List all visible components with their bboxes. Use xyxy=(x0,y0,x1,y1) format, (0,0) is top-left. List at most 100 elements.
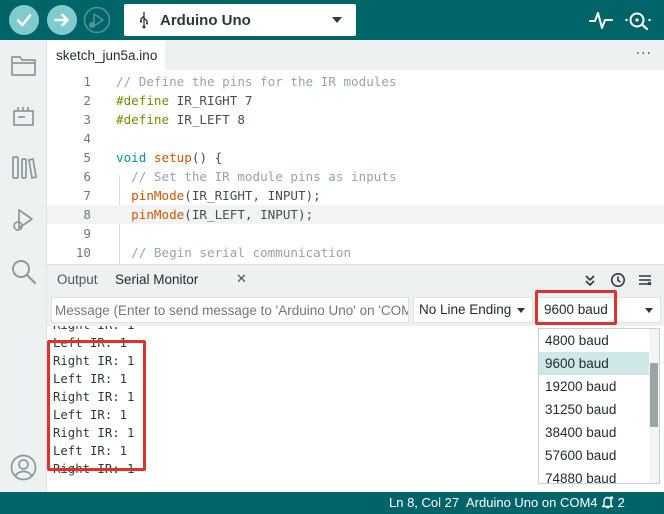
code-text: // Begin serial communication xyxy=(116,243,351,262)
scrollbar-thumb[interactable] xyxy=(650,363,658,427)
code-token: (IR_RIGHT, INPUT); xyxy=(184,188,321,203)
line-ending-value: No Line Ending xyxy=(419,302,512,317)
chevron-down-icon xyxy=(332,17,342,23)
debug-sidebar-icon[interactable] xyxy=(10,206,37,233)
code-line[interactable]: 1 // Define the pins for the IR modules xyxy=(47,72,664,91)
status-bar: Ln 8, Col 27 Arduino Uno on COM4 2 xyxy=(0,492,664,514)
highlight-baud-select xyxy=(535,290,617,325)
board-selector[interactable]: Arduino Uno xyxy=(124,4,356,36)
tab-output[interactable]: Output xyxy=(57,265,98,295)
baud-option[interactable]: 31250 baud xyxy=(539,398,649,421)
checkmark-icon xyxy=(16,14,32,27)
code-token: (IR_LEFT, INPUT); xyxy=(184,207,314,222)
line-number: 3 xyxy=(83,112,91,127)
notification-count: 2 xyxy=(617,495,625,510)
notifications-indicator[interactable]: 2 xyxy=(601,492,625,514)
code-token: #define xyxy=(116,112,170,127)
bell-icon xyxy=(601,496,614,509)
code-line[interactable]: 10 // Begin serial communication xyxy=(47,243,664,262)
code-token: // Set the IR module pins as inputs xyxy=(131,169,397,184)
code-line[interactable]: 4 xyxy=(47,129,664,148)
board-port-status[interactable]: Arduino Uno on COM4 xyxy=(466,492,598,514)
debug-button[interactable] xyxy=(82,5,112,35)
code-text: pinMode(IR_RIGHT, INPUT); xyxy=(116,186,321,205)
dropdown-scrollbar[interactable] xyxy=(649,329,659,483)
serial-monitor-icon[interactable] xyxy=(624,8,652,32)
code-text: pinMode(IR_LEFT, INPUT); xyxy=(116,205,313,224)
debug-icon xyxy=(83,6,111,34)
code-token: // Begin serial communication xyxy=(131,245,352,260)
code-text: // Set the IR module pins as inputs xyxy=(116,167,397,186)
line-number: 9 xyxy=(83,226,91,241)
editor-tab-strip: sketch_jun5a.ino ··· xyxy=(47,40,664,70)
line-number: 6 xyxy=(83,169,91,184)
upload-button[interactable] xyxy=(47,5,77,35)
verify-button[interactable] xyxy=(9,5,39,35)
chevron-down-icon xyxy=(645,308,653,313)
serial-line: Right IR: 1 xyxy=(53,326,134,334)
toolbar: Arduino Uno xyxy=(0,0,664,40)
cursor-position[interactable]: Ln 8, Col 27 xyxy=(389,492,459,514)
line-number: 7 xyxy=(83,188,91,203)
code-text: #define IR_RIGHT 7 xyxy=(116,91,252,110)
code-token: pinMode xyxy=(131,188,185,203)
board-icon[interactable] xyxy=(10,104,37,131)
code-editor[interactable]: 1 // Define the pins for the IR modules 2 #… xyxy=(47,70,664,264)
code-line[interactable]: 8 pinMode(IR_LEFT, INPUT); xyxy=(47,205,664,224)
sidebar xyxy=(0,40,47,492)
code-token: () { xyxy=(191,150,223,165)
code-token: setup xyxy=(153,150,192,165)
baud-rate-dropdown: 74880 baud 57600 baud 38400 baud 31250 baud… xyxy=(538,328,660,484)
baud-option[interactable]: 9600 baud xyxy=(539,352,649,375)
line-number: 1 xyxy=(83,74,91,89)
baud-option[interactable]: 38400 baud xyxy=(539,421,649,444)
search-icon[interactable] xyxy=(10,258,37,285)
code-line[interactable]: 9 xyxy=(47,224,664,243)
highlight-serial-output xyxy=(47,340,146,471)
code-token: // Define the pins for the IR modules xyxy=(116,74,397,89)
file-tab-label: sketch_jun5a.ino xyxy=(56,47,158,63)
code-line[interactable]: 7 pinMode(IR_RIGHT, INPUT); xyxy=(47,186,664,205)
board-name: Arduino Uno xyxy=(160,11,251,29)
serial-plotter-icon[interactable] xyxy=(588,8,614,32)
tab-sketch-file[interactable]: sketch_jun5a.ino xyxy=(47,40,165,70)
code-line[interactable]: 2 #define IR_RIGHT 7 xyxy=(47,91,664,110)
serial-message-input[interactable] xyxy=(51,297,409,323)
line-number: 8 xyxy=(83,207,91,222)
folder-icon[interactable] xyxy=(10,52,37,79)
arrow-right-icon xyxy=(54,13,69,27)
line-number: 2 xyxy=(83,93,91,108)
baud-option[interactable]: 74880 baud xyxy=(539,467,649,483)
code-line[interactable]: 6 // Set the IR module pins as inputs xyxy=(47,167,664,186)
baud-option[interactable]: 57600 baud xyxy=(539,444,649,467)
code-line[interactable]: 3 #define IR_LEFT 8 xyxy=(47,110,664,129)
code-text: #define IR_LEFT 8 xyxy=(116,110,245,129)
line-number: 10 xyxy=(75,245,91,260)
line-ending-select[interactable]: No Line Ending xyxy=(413,297,533,323)
usb-icon xyxy=(140,12,149,29)
code-text: void setup() { xyxy=(116,148,222,167)
more-options-button[interactable]: ··· xyxy=(636,46,652,62)
code-token: void xyxy=(116,150,147,165)
tab-serial-monitor[interactable]: Serial Monitor xyxy=(115,265,198,295)
code-token: #define xyxy=(116,93,170,108)
line-number: 4 xyxy=(83,131,91,146)
code-text: // Define the pins for the IR modules xyxy=(116,72,397,91)
code-token: IR_LEFT 8 xyxy=(169,112,245,127)
arduino-ide-window: Arduino Uno sketch_jun5a.ino ··· 1 // Def… xyxy=(0,0,664,514)
library-icon[interactable] xyxy=(10,154,37,181)
chevron-double-down-icon[interactable] xyxy=(582,272,598,288)
clock-icon[interactable] xyxy=(610,272,626,288)
baud-option[interactable]: 4800 baud xyxy=(539,329,649,352)
code-token: IR_RIGHT 7 xyxy=(169,93,253,108)
user-icon[interactable] xyxy=(10,454,37,481)
chevron-down-icon xyxy=(517,308,525,313)
close-icon[interactable]: ✕ xyxy=(236,265,247,295)
code-line[interactable]: 5 void setup() { xyxy=(47,148,664,167)
menu-icon[interactable] xyxy=(637,272,653,288)
baud-option[interactable]: 19200 baud xyxy=(539,375,649,398)
